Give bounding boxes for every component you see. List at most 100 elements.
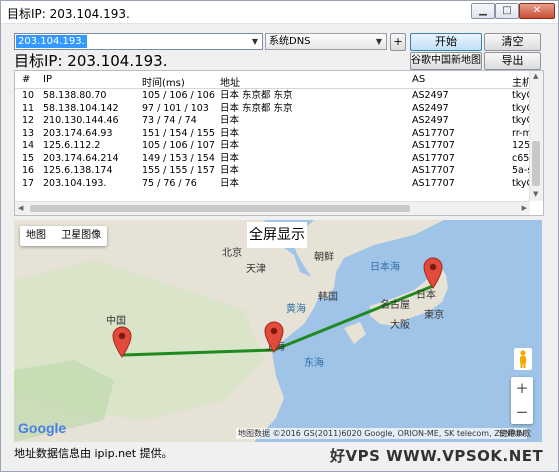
table-row[interactable]: 16 125.6.138.174 155 / 155 / 157 日本 AS17707 5… [15,165,543,177]
table-row[interactable]: 12 210.130.144.46 73 / 74 / 74 日本 AS2497 tkyO [15,115,543,127]
dns-select[interactable]: 系统DNS ▼ [265,33,387,50]
table-row[interactable]: 17 203.104.193. 75 / 76 / 76 日本 AS17707 tkyO [15,178,543,190]
cell-index: 13 [22,127,35,139]
map-label-north-korea: 朝鲜 [314,252,334,263]
marker-origin-icon[interactable] [112,326,132,358]
cell-ip: 203.174.64.214 [43,152,119,164]
cell-time: 105 / 106 / 106 [142,90,215,101]
cell-time: 105 / 106 / 107 [142,140,215,151]
cell-index: 11 [22,102,35,114]
cell-ip: 125.6.112.2 [43,140,101,151]
maximize-icon[interactable]: □ [495,3,519,19]
cell-time: 97 / 101 / 103 [142,102,209,114]
zoom-out-button[interactable]: − [511,401,533,423]
cell-as: AS17707 [412,127,455,139]
trace-table[interactable]: # IP 时间(ms) 地址 AS 主机 10 58.138.80.70 105 /… [14,70,544,216]
cell-index: 16 [22,165,35,176]
col-header-index[interactable]: # [22,74,30,85]
export-button[interactable]: 导出 [484,52,541,70]
cell-ip: 203.104.193. [43,177,107,189]
table-horizontal-scrollbar[interactable]: ◀ ▶ [15,201,530,215]
scrollbar-thumb[interactable] [30,205,410,212]
col-header-time[interactable]: 时间(ms) [142,74,185,89]
map-label-yellow-sea: 黄海 [286,304,306,315]
table-row[interactable]: 10 58.138.80.70 105 / 106 / 106 日本 东京都 东京 AS… [15,90,543,102]
cell-ip: 125.6.138.174 [43,165,113,176]
cell-index: 14 [22,140,35,151]
cell-address: 日本 [220,127,240,139]
chevron-down-icon[interactable]: ▼ [248,34,262,49]
ip-input[interactable]: 203.104.193. ▼ [14,33,263,50]
cell-as: AS17707 [412,140,455,151]
scroll-right-icon[interactable]: ▶ [522,204,527,212]
cell-address: 日本 [220,115,240,126]
table-header: # IP 时间(ms) 地址 AS 主机 [15,71,543,89]
cell-as: AS17707 [412,177,455,189]
marker-tokyo-icon[interactable] [423,257,443,289]
cell-ip: 203.174.64.93 [43,127,113,139]
scroll-up-icon[interactable]: ▲ [533,72,538,80]
minimize-icon[interactable]: ▁ [471,3,495,19]
chevron-down-icon[interactable]: ▼ [372,34,386,49]
scroll-left-icon[interactable]: ◀ [18,204,23,212]
toggle-map[interactable]: 地图 [20,226,52,246]
route-map[interactable]: 地图 卫星图像 全屏显示 北京 天津 中国 上海 朝鲜 韩国 日本海 黄海 东海… [14,220,542,442]
terms-link[interactable]: 使用条款 [499,428,531,439]
table-row[interactable]: 11 58.138.104.142 97 / 101 / 103 日本 东京都 东京 A… [15,103,543,115]
cell-ip: 58.138.104.142 [43,102,119,114]
table-row[interactable]: 14 125.6.112.2 105 / 106 / 107 日本 AS17707 125 [15,140,543,152]
cell-time: 155 / 155 / 157 [142,165,215,176]
window-title: 目标IP: 203.104.193. [7,7,130,21]
add-button[interactable]: + [390,33,406,51]
cell-as: AS2497 [412,90,449,101]
fullscreen-button[interactable]: 全屏显示 [247,222,307,248]
cell-address: 日本 [220,152,240,164]
street-view-pegman-icon[interactable] [514,348,532,370]
col-header-address[interactable]: 地址 [220,74,240,89]
cell-index: 17 [22,177,35,189]
ip-input-value[interactable]: 203.104.193. [16,35,87,48]
col-header-as[interactable]: AS [412,74,425,85]
cell-address: 日本 东京都 东京 [220,102,293,114]
table-row[interactable]: 13 203.174.64.93 151 / 154 / 155 日本 AS17707 r… [15,128,543,140]
map-label-sea-of-japan: 日本海 [370,262,400,273]
cell-time: 149 / 153 / 154 [142,152,215,164]
table-vertical-scrollbar[interactable]: ▲ ▼ [529,71,543,201]
cell-time: 73 / 74 / 74 [142,115,197,126]
google-china-map-button[interactable]: 谷歌中国新地图 [410,52,482,70]
cell-index: 10 [22,90,35,101]
marker-shanghai-icon[interactable] [264,321,284,353]
status-bar-text: 地址数据信息由 ipip.net 提供。 [14,447,173,460]
cell-address: 日本 [220,140,240,151]
target-ip-label: 目标IP: 203.104.193. [14,52,168,70]
cell-time: 151 / 154 / 155 [142,127,215,139]
cell-as: AS17707 [412,165,455,176]
cell-address: 日本 [220,165,240,176]
map-label-china: 中国 [106,316,126,327]
col-header-ip[interactable]: IP [43,74,52,85]
dns-select-value: 系统DNS [269,36,311,47]
cell-index: 15 [22,152,35,164]
scrollbar-thumb[interactable] [532,141,540,186]
map-label-tokyo: 東京 [424,310,444,321]
map-label-tianjin: 天津 [246,264,266,275]
cell-ip: 58.138.80.70 [43,90,107,101]
map-attribution: 地图数据 ©2016 GS(2011)6020 Google, ORION-ME… [236,428,527,439]
start-button[interactable]: 开始 [410,33,482,51]
close-icon[interactable]: ✕ [519,3,555,19]
cell-as: AS2497 [412,115,449,126]
zoom-in-button[interactable]: + [511,377,533,399]
map-type-toggle[interactable]: 地图 卫星图像 [20,226,108,246]
map-label-east-sea: 东海 [304,358,324,369]
zoom-control: + − [511,377,533,424]
map-label-beijing: 北京 [222,248,242,259]
kyushu-landmass [344,322,366,344]
clear-button[interactable]: 清空 [484,33,541,51]
toggle-satellite[interactable]: 卫星图像 [55,226,107,246]
cell-ip: 210.130.144.46 [43,115,119,126]
google-logo[interactable]: Google [18,420,66,436]
table-row[interactable]: 15 203.174.64.214 149 / 153 / 154 日本 AS17707… [15,153,543,165]
map-label-south-korea: 韩国 [318,292,338,303]
scroll-down-icon[interactable]: ▼ [533,190,538,198]
cell-host: 125 [512,140,531,151]
